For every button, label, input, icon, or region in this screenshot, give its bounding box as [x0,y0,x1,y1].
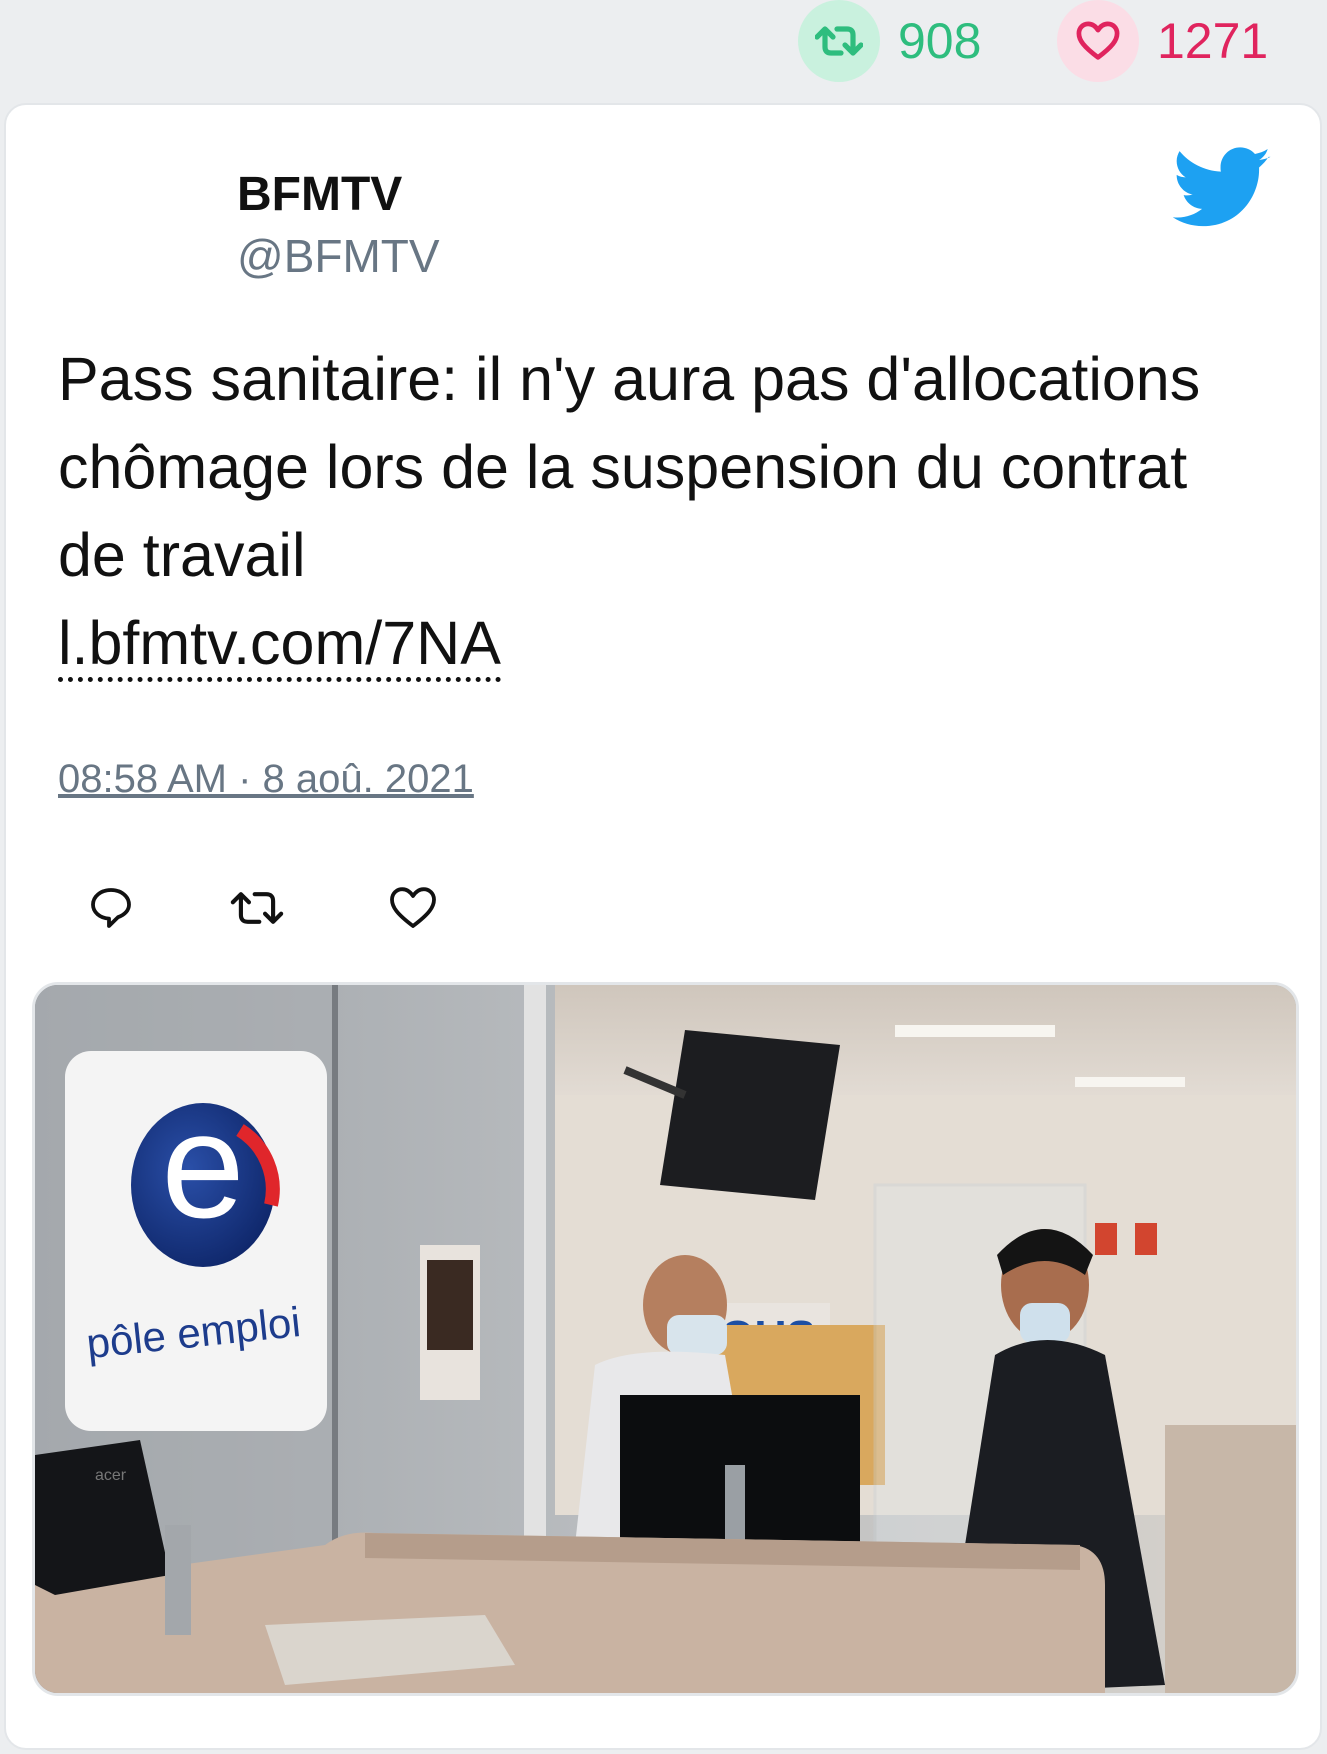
like-icon [390,887,436,928]
retweet-button[interactable] [224,875,290,941]
tweet-card[interactable]: BFMTV @BFMTV Pass sanitaire: il n'y aura… [4,103,1322,1750]
like-stat-icon[interactable] [1057,0,1139,82]
monitor-brand: acer [95,1467,127,1484]
retweet-stat[interactable]: 908 [798,0,981,82]
office-photo: e pôle emploi TOUS [35,985,1296,1693]
tweet-body: Pass sanitaire: il n'y aura pas d'alloca… [58,345,1201,589]
author-handle[interactable]: @BFMTV [237,229,440,283]
like-count: 1271 [1157,13,1269,69]
author-name[interactable]: BFMTV [237,167,402,222]
tweet-timestamp[interactable]: 08:58 AM · 8 aoû. 2021 [58,757,474,802]
tweet-link[interactable]: l.bfmtv.com/7NA [58,609,501,682]
like-button[interactable] [380,875,446,941]
reply-icon [91,888,131,928]
retweet-stat-icon[interactable] [798,0,880,82]
tweet-media-photo[interactable]: e pôle emploi TOUS [32,982,1299,1696]
retweet-count: 908 [898,13,982,69]
like-stat[interactable]: 1271 [1057,0,1268,82]
twitter-bird-icon[interactable] [1173,147,1273,229]
tweet-text: Pass sanitaire: il n'y aura pas d'alloca… [58,335,1258,687]
retweet-icon [230,892,284,924]
engagement-stats: 908 1271 [0,0,1327,96]
tweet-screenshot: 908 1271 BFMTV @BFMTV Pass sanitaire: il… [0,0,1327,1754]
logo-letter: e [161,1081,244,1249]
reply-button[interactable] [78,875,144,941]
